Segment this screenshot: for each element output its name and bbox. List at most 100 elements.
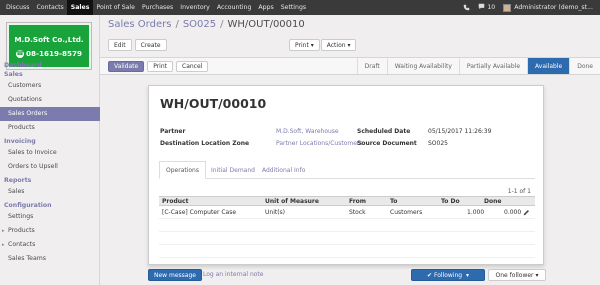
partner-label: Partner (160, 128, 186, 135)
avatar (503, 3, 512, 12)
phone-icon[interactable] (463, 4, 470, 11)
form-sheet: WH/OUT/00010 Partner M.D.Soft, Warehouse… (148, 85, 544, 271)
sidebar-item-sales-teams[interactable]: Sales Teams (0, 252, 100, 266)
partner-link[interactable]: M.D.Soft, Warehouse (276, 128, 339, 135)
following-button[interactable]: ✔ Following ▾ (411, 269, 485, 281)
tab-initial-demand[interactable]: Initial Demand (205, 161, 261, 179)
main-content: Sales Orders / SO025 / WH/OUT/00010 Edit Cre… (100, 15, 600, 285)
logo-phone: 08-1619-8579 (26, 49, 82, 58)
cancel-button[interactable]: Cancel (176, 61, 209, 72)
following-label: Following (434, 271, 463, 279)
notifications-button[interactable]: 10 (478, 3, 495, 12)
stage-waiting-availability: Waiting Availability (386, 58, 459, 74)
sidebar-buttons: Print ▾ Action ▾ (289, 39, 357, 51)
stage-partially-available: Partially Available (458, 58, 527, 74)
caret-down-icon: ▾ (465, 271, 469, 279)
form-buttons: Edit Create (108, 39, 167, 51)
sidebar-item-config-products[interactable]: ▸ Products (0, 224, 100, 238)
table-header: Product Unit of Measure From To To Do Do… (159, 196, 535, 206)
sidebar-item-sales-to-invoice[interactable]: Sales to Invoice (0, 146, 100, 160)
user-name: Administrator (demo_st... (514, 4, 593, 11)
action-label: Action (326, 41, 346, 49)
sidebar-item-sales-orders[interactable]: Sales Orders (0, 107, 100, 121)
record-title: WH/OUT/00010 (160, 96, 267, 111)
new-message-button[interactable]: New message (148, 269, 202, 281)
action-dropdown[interactable]: Action ▾ (320, 39, 357, 51)
menu-settings[interactable]: Settings (277, 0, 309, 15)
menu-discuss[interactable]: Discuss (0, 0, 33, 15)
sidebar-item-label: Products (8, 227, 35, 234)
notebook-tabs: Operations Initial Demand Additional Inf… (159, 161, 535, 179)
sidebar-nav: Dashboard Sales Customers Quotations Sal… (0, 61, 100, 266)
stage-done: Done (569, 58, 600, 74)
cell-from: Stock (349, 209, 366, 216)
caret-right-icon: ▸ (2, 242, 5, 248)
user-menu[interactable]: Administrator (demo_st... (503, 3, 593, 12)
pencil-icon[interactable] (523, 206, 530, 219)
breadcrumb-so[interactable]: SO025 (183, 19, 216, 30)
sidebar-item-label: Contacts (8, 241, 36, 248)
sidebar: M.D.Soft Co.,Ltd. ☎ 08-1619-8579 Dashboar… (0, 15, 100, 285)
logo-phone-row: ☎ 08-1619-8579 (9, 49, 89, 58)
status-actions: Validate Print Cancel (108, 61, 209, 72)
source-document-label: Source Document (357, 140, 417, 147)
menu-purchases[interactable]: Purchases (138, 0, 176, 15)
validate-button[interactable]: Validate (108, 61, 145, 72)
log-note-link[interactable]: Log an internal note (203, 269, 263, 281)
phone-icon: ☎ (16, 50, 24, 58)
menu-sales[interactable]: Sales (67, 0, 93, 15)
table-row[interactable]: [C-Case] Computer Case Unit(s) Stock Cus… (159, 206, 535, 219)
sidebar-item-products[interactable]: Products (0, 121, 100, 135)
create-button[interactable]: Create (134, 39, 167, 51)
sidebar-item-reports-sales[interactable]: Sales (0, 185, 100, 199)
status-bar: Validate Print Cancel Draft Waiting Avai… (100, 58, 600, 75)
breadcrumb-sales-orders[interactable]: Sales Orders (108, 19, 171, 30)
tab-operations[interactable]: Operations (159, 161, 206, 179)
edit-button[interactable]: Edit (108, 39, 132, 51)
followers-dropdown[interactable]: One follower ▾ (488, 269, 546, 281)
chatter-bar: New message Log an internal note ✔ Follo… (100, 267, 600, 285)
cell-to: Customers (390, 209, 423, 216)
app-menu: Discuss Contacts Sales Point of Sale Pur… (0, 0, 310, 15)
cell-uom: Unit(s) (265, 209, 286, 216)
menu-apps[interactable]: Apps (255, 0, 277, 15)
destination-link[interactable]: Partner Locations/Customers (276, 140, 363, 147)
destination-label: Destination Location Zone (160, 140, 250, 147)
caret-down-icon: ▾ (535, 271, 539, 279)
breadcrumb-separator: / (220, 19, 224, 30)
breadcrumb-separator: / (175, 19, 179, 30)
sidebar-section-invoicing: Invoicing (4, 138, 36, 145)
sidebar-item-dashboard[interactable]: Dashboard (0, 61, 100, 70)
sidebar-section-sales: Sales (4, 71, 23, 78)
logo-company-name: M.D.Soft Co.,Ltd. (14, 35, 84, 44)
sidebar-section-reports: Reports (4, 177, 32, 184)
check-icon: ✔ (427, 271, 433, 279)
source-document-value: SO025 (428, 140, 448, 147)
stage-pipeline: Draft Waiting Availability Partially Ava… (356, 58, 600, 74)
followers-label: One follower (495, 271, 534, 279)
top-navbar: Discuss Contacts Sales Point of Sale Pur… (0, 0, 600, 15)
sidebar-item-quotations[interactable]: Quotations (0, 93, 100, 107)
print-dropdown[interactable]: Print ▾ (289, 39, 320, 51)
sidebar-item-settings[interactable]: Settings (0, 210, 100, 224)
menu-accounting[interactable]: Accounting (213, 0, 255, 15)
chat-icon (478, 3, 485, 12)
print-button[interactable]: Print (147, 61, 173, 72)
sidebar-item-contacts[interactable]: ▸ Contacts (0, 238, 100, 252)
menu-inventory[interactable]: Inventory (177, 0, 214, 15)
breadcrumb: Sales Orders / SO025/WH/OUT/00010 (108, 19, 305, 30)
menu-point-of-sale[interactable]: Point of Sale (93, 0, 139, 15)
pager[interactable]: 1-1 of 1 (508, 188, 531, 195)
tab-additional-info[interactable]: Additional Info (256, 161, 311, 179)
sidebar-item-customers[interactable]: Customers (0, 79, 100, 93)
operations-table: Product Unit of Measure From To To Do Do… (159, 196, 535, 271)
print-label: Print (295, 41, 309, 49)
empty-row (159, 245, 535, 258)
empty-row (159, 232, 535, 245)
cell-product: [C-Case] Computer Case (162, 209, 237, 216)
sidebar-item-orders-to-upsell[interactable]: Orders to Upsell (0, 160, 100, 174)
cell-to-do: 1.000 (467, 209, 485, 216)
stage-draft: Draft (356, 58, 387, 74)
stage-available: Available (527, 58, 570, 74)
menu-contacts[interactable]: Contacts (33, 0, 67, 15)
